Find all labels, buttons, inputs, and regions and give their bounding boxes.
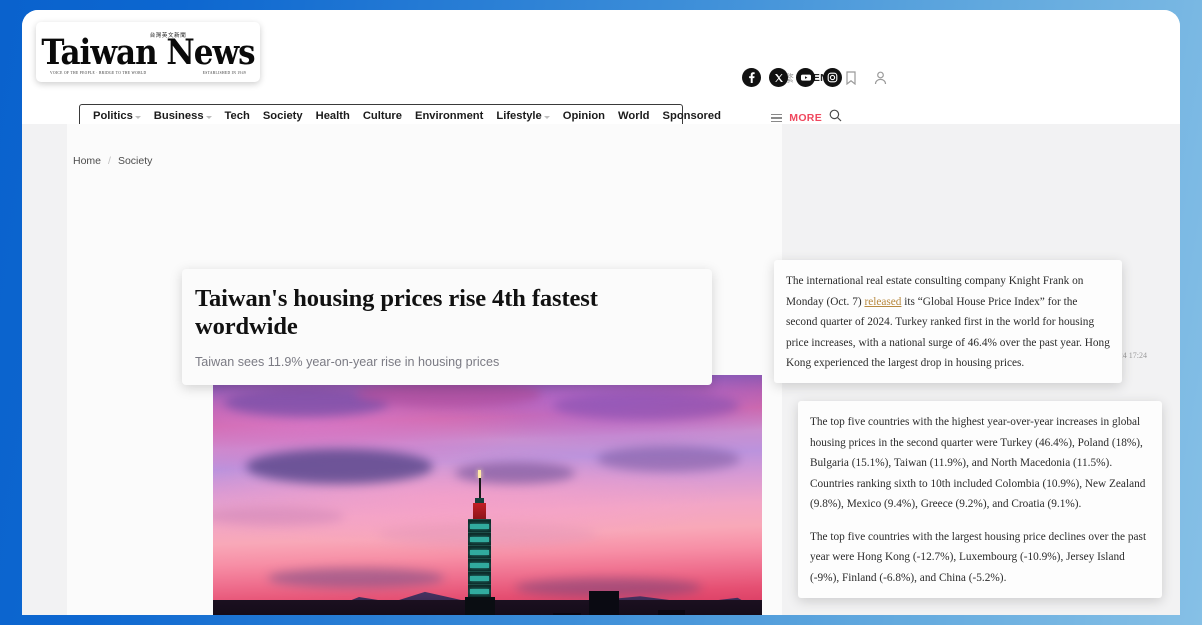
nav-item-lifestyle[interactable]: Lifestyle (496, 110, 550, 122)
page-body: Home / Society Taiwan's housing prices r… (22, 124, 1180, 615)
site-header: 台灣英文新聞 Taiwan News VOICE OF THE PEOPLE ·… (22, 10, 1180, 128)
taipei-101-tower (464, 469, 495, 615)
nav-label: Lifestyle (496, 110, 542, 122)
page-viewport: 台灣英文新聞 Taiwan News VOICE OF THE PEOPLE ·… (22, 10, 1180, 615)
user-account-icon[interactable] (874, 71, 887, 85)
article-title-card: Taiwan's housing prices rise 4th fastest… (182, 269, 712, 385)
nav-label: Opinion (562, 110, 606, 122)
bookmark-icon[interactable] (845, 70, 857, 85)
nav-label: World (618, 110, 650, 122)
article-paragraph-3: The top five countries with the largest … (810, 530, 1147, 584)
youtube-icon[interactable] (796, 68, 815, 87)
hamburger-icon[interactable] (771, 113, 783, 123)
released-link[interactable]: released (864, 296, 901, 308)
logo-wordmark: Taiwan News (41, 32, 255, 74)
nav-label: Society (262, 110, 303, 122)
nav-label: Business (153, 110, 204, 122)
nav-item-health[interactable]: Health (316, 110, 350, 122)
article-subtitle: Taiwan sees 11.9% year-on-year rise in h… (195, 355, 500, 369)
nav-item-opinion[interactable]: Opinion (563, 110, 605, 122)
article-paragraph-card-2: The top five countries with the highest … (798, 401, 1162, 598)
breadcrumb-separator: / (108, 155, 111, 167)
nav-label: Politics (93, 110, 133, 122)
instagram-icon[interactable] (823, 68, 842, 87)
nav-item-society[interactable]: Society (263, 110, 303, 122)
facebook-icon[interactable] (742, 68, 761, 87)
browser-frame: 台灣英文新聞 Taiwan News VOICE OF THE PEOPLE ·… (0, 0, 1202, 625)
nav-item-tech[interactable]: Tech (225, 110, 250, 122)
breadcrumb-society[interactable]: Society (118, 155, 152, 167)
social-links (742, 68, 842, 87)
nav-label: Environment (414, 110, 484, 122)
chevron-down-icon (134, 115, 141, 119)
nav-label: Sponsored (662, 110, 721, 122)
nav-item-culture[interactable]: Culture (363, 110, 402, 122)
nav-item-business[interactable]: Business (154, 110, 212, 122)
article-paragraph-1: The international real estate consulting… (786, 271, 1110, 374)
article-paragraph-card-1: The international real estate consulting… (774, 260, 1122, 383)
nav-item-world[interactable]: World (618, 110, 650, 122)
nav-label: Tech (224, 110, 250, 122)
nav-item-politics[interactable]: Politics (93, 110, 141, 122)
nav-label: Culture (362, 110, 402, 122)
chevron-down-icon (205, 115, 212, 119)
page-title: Taiwan's housing prices rise 4th fastest… (195, 285, 598, 340)
taiwan-news-logo[interactable]: 台灣英文新聞 Taiwan News VOICE OF THE PEOPLE ·… (36, 22, 260, 82)
article-photo (213, 375, 762, 615)
x-twitter-icon[interactable] (769, 68, 788, 87)
breadcrumb-home[interactable]: Home (73, 155, 101, 167)
chevron-down-icon (543, 115, 550, 119)
article-paragraph-2: The top five countries with the highest … (810, 416, 1146, 510)
more-label[interactable]: MORE (789, 112, 822, 124)
breadcrumb: Home / Society (73, 155, 152, 167)
nav-label: Health (315, 110, 350, 122)
nav-item-environment[interactable]: Environment (415, 110, 483, 122)
nav-item-sponsored[interactable]: Sponsored (663, 110, 721, 122)
